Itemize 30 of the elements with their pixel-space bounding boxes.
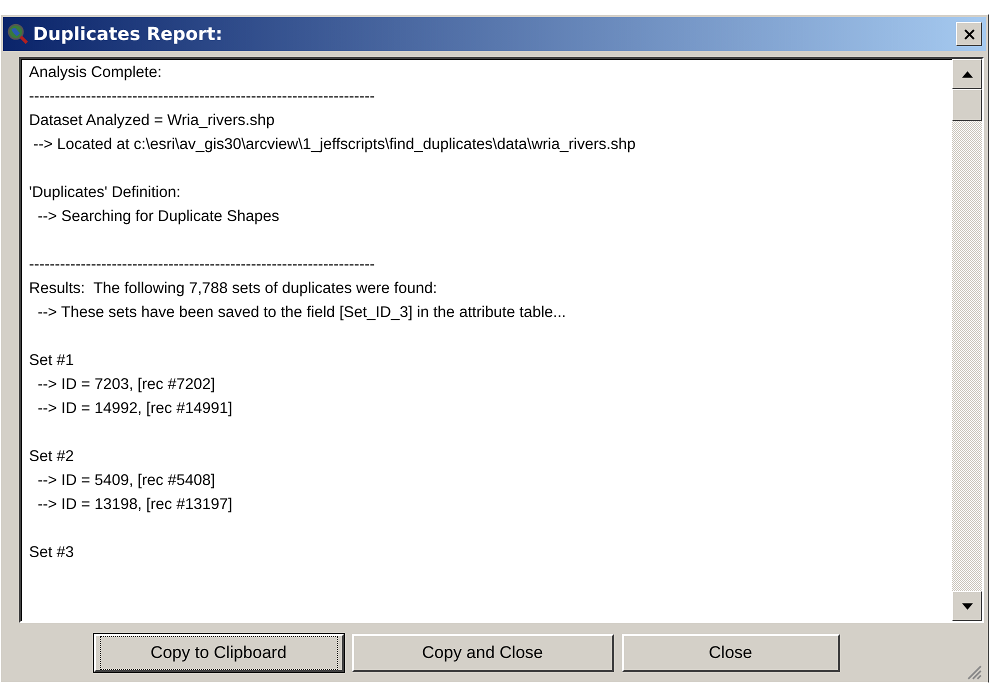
report-line: --> These sets have been saved to the field [Set_ID_3] in the attribute table... xyxy=(36,303,567,323)
dialog-button[interactable]: Copy to Clipboard xyxy=(94,634,344,672)
scroll-up-button[interactable] xyxy=(952,59,982,89)
globe-magnifier-icon xyxy=(7,23,29,45)
dialog-button[interactable]: Copy and Close xyxy=(352,634,614,672)
report-line: Set #3 xyxy=(29,543,75,563)
resize-grip-icon xyxy=(966,664,982,680)
report-line: --> ID = 13198, [rec #13197] xyxy=(36,495,234,515)
dialog-button[interactable]: Close xyxy=(622,634,840,672)
report-line: ------------------------------------------------------------------- xyxy=(29,87,376,107)
vertical-scrollbar[interactable] xyxy=(952,59,982,621)
scroll-thumb[interactable] xyxy=(952,89,982,121)
report-line: ------------------------------------------------------------------- xyxy=(29,255,376,275)
report-line: Dataset Analyzed = Wria_rivers.shp xyxy=(29,111,276,131)
report-line: --> ID = 5409, [rec #5408] xyxy=(36,471,216,491)
report-line: 'Duplicates' Definition: xyxy=(29,183,182,203)
report-line: --> Searching for Duplicate Shapes xyxy=(36,207,280,227)
report-line: Results: The following 7,788 sets of duplicates were found: xyxy=(29,279,438,299)
report-line: Set #2 xyxy=(29,447,75,467)
report-line: --> ID = 7203, [rec #7202] xyxy=(36,375,216,395)
report-line: Analysis Complete: xyxy=(29,63,163,83)
report-text-area[interactable] xyxy=(19,57,984,623)
report-line: --> Located at c:\esri\av_gis30\arcview\1_jeffscripts\find_duplicates\data\wria_rivers.shp xyxy=(32,135,637,155)
window-title: Duplicates Report: xyxy=(33,24,224,44)
report-line: Set #1 xyxy=(29,351,75,371)
close-icon[interactable] xyxy=(956,22,982,46)
up-arrow-icon xyxy=(962,70,972,78)
down-arrow-icon xyxy=(962,602,972,610)
scroll-down-button[interactable] xyxy=(952,591,982,621)
report-line: --> ID = 14992, [rec #14991] xyxy=(36,399,234,419)
